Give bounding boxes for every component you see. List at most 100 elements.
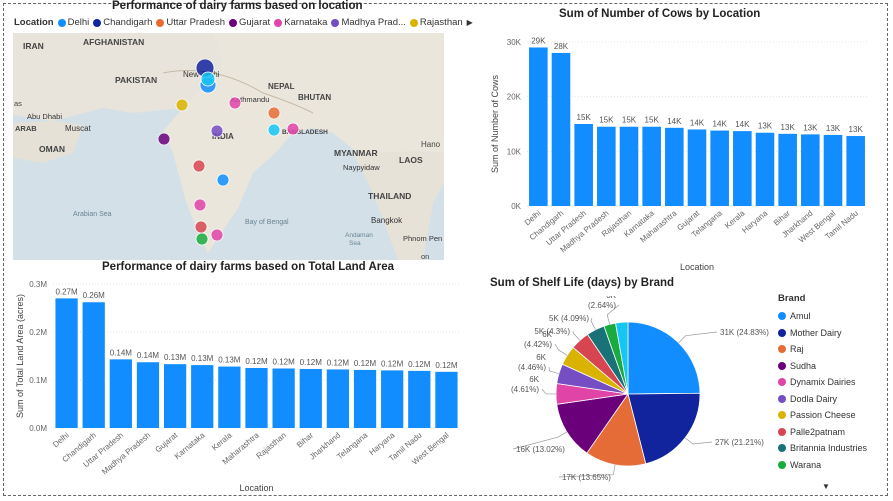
bar[interactable] xyxy=(529,47,548,206)
map-legend-item[interactable]: Rajasthan xyxy=(409,17,463,28)
bar[interactable] xyxy=(435,371,458,428)
pie-data-label: 5K (4.09%) xyxy=(549,314,589,323)
x-tick-label: Kerala xyxy=(210,430,234,452)
map-bubble[interactable] xyxy=(210,228,224,242)
bar[interactable] xyxy=(353,369,377,428)
map-legend-item[interactable]: Karnataka xyxy=(274,17,327,28)
map-bubble[interactable] xyxy=(195,232,209,246)
map-bubble[interactable] xyxy=(175,98,189,112)
map-legend-text: Karnataka xyxy=(284,17,328,28)
bar[interactable] xyxy=(687,129,707,206)
brand-legend-item[interactable]: Dynamix Dairies xyxy=(778,374,867,391)
bar-data-label: 15K xyxy=(645,116,660,125)
brand-legend-item[interactable]: Mother Dairy xyxy=(778,325,867,342)
brand-legend-item[interactable]: Palle2patnam xyxy=(778,424,867,441)
bar[interactable] xyxy=(136,362,160,428)
brand-legend-text: Dynamix Dairies xyxy=(790,377,856,388)
bar[interactable] xyxy=(801,134,820,206)
bar-data-label: 14K xyxy=(667,117,682,126)
label-bay-of-bengal: Bay of Bengal xyxy=(245,219,289,226)
bar-data-label: 29K xyxy=(531,36,546,45)
y-tick-label: 0.3M xyxy=(29,280,47,289)
y-tick-label: 10K xyxy=(507,147,522,156)
bar[interactable] xyxy=(163,364,187,428)
triangle-right-icon[interactable]: ▶ xyxy=(467,18,473,27)
bar[interactable] xyxy=(299,368,322,428)
bar[interactable] xyxy=(408,370,431,428)
legend-dot-icon xyxy=(778,444,786,453)
x-tick-label: Rajasthan xyxy=(255,431,288,461)
y-tick-label: 0K xyxy=(511,202,521,211)
bar[interactable] xyxy=(245,368,268,428)
bar[interactable] xyxy=(109,359,132,428)
bar[interactable] xyxy=(272,368,295,428)
bar[interactable] xyxy=(381,370,404,428)
bar[interactable] xyxy=(846,136,865,206)
brand-legend-item[interactable]: Passion Cheese xyxy=(778,407,867,424)
map-bubble[interactable] xyxy=(194,220,208,234)
map-legend-item[interactable]: Madhya Prad... xyxy=(331,17,406,28)
bar-data-label: 0.14M xyxy=(137,351,160,360)
india-bubble-map[interactable]: IRAN AFGHANISTAN PAKISTAN NEPAL BHUTAN I… xyxy=(13,33,444,260)
label-oman: OMAN xyxy=(39,144,65,154)
bar[interactable] xyxy=(218,366,241,428)
brand-legend-item[interactable]: Sudha xyxy=(778,358,867,375)
pie-leader-line xyxy=(541,388,557,395)
cows-bar-chart[interactable]: 0K10K20K30K 29KDelhi28KChandigarh15KUttar… xyxy=(482,26,877,274)
bar-data-label: 13K xyxy=(849,125,864,134)
map-legend-item[interactable]: Chandigarh xyxy=(93,17,152,28)
triangle-down-icon[interactable]: ▼ xyxy=(822,482,830,491)
bar[interactable] xyxy=(326,369,350,428)
bar[interactable] xyxy=(55,298,78,428)
bar[interactable] xyxy=(642,126,661,206)
bar[interactable] xyxy=(778,133,797,206)
bar-data-label: 14K xyxy=(690,118,705,127)
pie-data-label: 6K xyxy=(529,375,539,384)
bar[interactable] xyxy=(597,126,616,206)
bar[interactable] xyxy=(574,124,593,206)
bar[interactable] xyxy=(665,127,684,206)
label-bhutan: BHUTAN xyxy=(298,93,331,102)
bar[interactable] xyxy=(823,134,843,206)
map-bubble[interactable] xyxy=(157,132,171,146)
bar[interactable] xyxy=(733,131,752,206)
bar[interactable] xyxy=(710,130,729,206)
map-legend-item[interactable]: Gujarat xyxy=(229,17,270,28)
brand-legend-item[interactable]: Dodla Dairy xyxy=(778,391,867,408)
bar[interactable] xyxy=(191,365,214,428)
pie-leader-line xyxy=(554,343,568,356)
map-bubble[interactable] xyxy=(216,173,230,187)
legend-dot-icon xyxy=(778,460,786,469)
bar-data-label: 13K xyxy=(803,123,818,132)
shelf-life-pie-chart[interactable]: 31K (24.83%) 27K (21.21%) 17K (13.65%) 16K … xyxy=(490,296,775,491)
bar[interactable] xyxy=(619,126,639,206)
map-bubble[interactable] xyxy=(192,159,206,173)
map-bubble[interactable] xyxy=(286,122,300,136)
bar[interactable] xyxy=(551,52,571,206)
map-bubble[interactable] xyxy=(210,124,224,138)
map-legend-item[interactable]: Delhi xyxy=(57,17,89,28)
land-bar-chart[interactable]: 0.0M0.1M0.2M0.3M0.27MDelhi0.26MChandigar… xyxy=(10,276,465,494)
brand-legend-item[interactable]: Raj xyxy=(778,341,867,358)
map-bubble[interactable] xyxy=(228,96,242,110)
brand-legend-item[interactable]: Warana xyxy=(778,457,867,474)
label-phnom-penh: Phnom Pen xyxy=(403,234,442,243)
label-laos: LAOS xyxy=(399,155,423,165)
label-naypyidaw: Naypyidaw xyxy=(343,163,380,172)
map-bubble[interactable] xyxy=(267,106,281,120)
pie-slice[interactable] xyxy=(627,321,701,395)
map-legend: Location Delhi Chandigarh Uttar Pradesh Guj… xyxy=(14,17,473,28)
map-bubble[interactable] xyxy=(267,123,281,137)
x-tick-label: Haryana xyxy=(740,208,769,235)
bar[interactable] xyxy=(755,132,775,206)
brand-legend-item[interactable]: Amul xyxy=(778,308,867,325)
map-bubble[interactable] xyxy=(193,198,207,212)
cows-chart-title: Sum of Number of Cows by Location xyxy=(559,8,761,20)
legend-dot-icon xyxy=(778,411,786,420)
legend-dot-icon xyxy=(778,427,786,436)
bar[interactable] xyxy=(82,302,105,428)
map-legend-item[interactable]: Uttar Pradesh xyxy=(156,17,225,28)
map-bubble[interactable] xyxy=(200,71,216,87)
label-as: as xyxy=(14,99,22,108)
brand-legend-item[interactable]: Britannia Industries xyxy=(778,440,867,457)
